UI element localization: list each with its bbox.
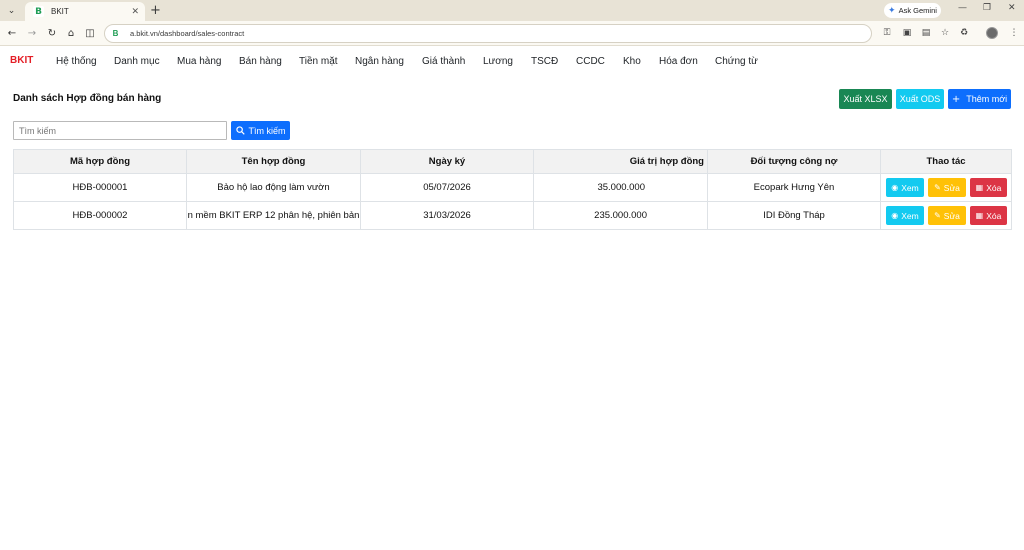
delete-label: Xóa <box>986 210 1002 221</box>
tab-search-chevron-icon[interactable]: ⌄ <box>4 3 19 18</box>
new-tab-plus-icon[interactable]: + <box>150 3 161 18</box>
trash-icon: ▦ <box>975 211 984 220</box>
cell-name: Bảo hộ lao động làm vườn <box>186 173 361 202</box>
menu-luong[interactable]: Lương <box>483 56 513 67</box>
minimize-icon[interactable]: — <box>958 3 967 13</box>
url-text[interactable]: a.bkit.vn/dashboard/sales-contract <box>130 29 244 38</box>
home-icon[interactable]: ⌂ <box>64 26 78 40</box>
col-header-party[interactable]: Đối tượng công nợ <box>707 149 881 174</box>
tab-close-icon[interactable]: ✕ <box>131 7 139 17</box>
cell-value: 35.000.000 <box>533 173 708 202</box>
view-label: Xem <box>901 182 919 193</box>
delete-label: Xóa <box>986 182 1002 193</box>
col-header-value[interactable]: Giá trị hợp đồng <box>533 149 708 174</box>
cell-date: 31/03/2026 <box>360 201 534 230</box>
add-new-button[interactable]: + Thêm mới <box>948 89 1011 109</box>
address-bar[interactable]: B a.bkit.vn/dashboard/sales-contract <box>104 24 872 43</box>
col-header-code[interactable]: Mã hợp đồng <box>13 149 187 174</box>
menu-gia-thanh[interactable]: Giá thành <box>422 56 465 67</box>
search-button[interactable]: Tìm kiếm <box>231 121 290 140</box>
plus-icon: + <box>951 93 961 105</box>
browser-tab[interactable]: B BKIT ✕ <box>25 2 145 21</box>
tab-title: BKIT <box>51 7 69 16</box>
search-icon <box>235 126 245 135</box>
more-menu-icon[interactable]: ⋮ <box>1008 27 1020 39</box>
cell-actions: ◉ Xem ✎ Sửa ▦ Xóa <box>880 201 1012 230</box>
browser-tabstrip: ⌄ B BKIT ✕ + ✦ Ask Gemini — ❐ ✕ <box>0 0 1024 21</box>
export-xlsx-button[interactable]: Xuất XLSX <box>839 89 892 109</box>
reading-mode-icon[interactable]: ▤ <box>920 27 932 39</box>
contracts-table: Mã hợp đồng Tên hợp đồng Ngày ký Giá trị… <box>13 149 1012 230</box>
bookmark-star-icon[interactable]: ☆ <box>939 27 951 39</box>
table-row: HĐB-000001 Bảo hộ lao động làm vườn 05/0… <box>13 173 1012 202</box>
back-arrow-icon[interactable]: ← <box>5 26 19 40</box>
view-button[interactable]: ◉ Xem <box>886 206 924 225</box>
extensions-puzzle-icon[interactable]: ♻ <box>958 27 970 39</box>
eye-icon: ◉ <box>891 183 899 192</box>
reload-icon[interactable]: ↻ <box>45 26 59 40</box>
search-button-label: Tìm kiếm <box>248 125 286 136</box>
eye-icon: ◉ <box>891 211 899 220</box>
cell-party: Ecopark Hưng Yên <box>707 173 881 202</box>
password-key-icon[interactable]: ⚿ <box>881 27 893 39</box>
ask-gemini-label: Ask Gemini <box>898 6 937 15</box>
pencil-icon: ✎ <box>934 183 941 192</box>
edit-label: Sửa <box>943 182 960 193</box>
payment-card-icon[interactable]: ▣ <box>901 27 913 39</box>
col-header-date[interactable]: Ngày ký <box>360 149 534 174</box>
browser-toolbar: ← → ↻ ⌂ ◫ B a.bkit.vn/dashboard/sales-co… <box>0 21 1024 46</box>
sidebar-panel-icon[interactable]: ◫ <box>83 26 97 40</box>
site-info-icon[interactable]: B <box>111 29 120 38</box>
view-button[interactable]: ◉ Xem <box>886 178 924 197</box>
menu-ngan-hang[interactable]: Ngân hàng <box>355 56 404 67</box>
menu-danh-muc[interactable]: Danh mục <box>114 56 160 67</box>
edit-label: Sửa <box>943 210 960 221</box>
menu-ban-hang[interactable]: Bán hàng <box>239 56 282 67</box>
cell-value: 235.000.000 <box>533 201 708 230</box>
ask-gemini-button[interactable]: ✦ Ask Gemini <box>884 3 941 18</box>
cell-actions: ◉ Xem ✎ Sửa ▦ Xóa <box>880 173 1012 202</box>
menu-ccdc[interactable]: CCDC <box>576 56 605 67</box>
edit-button[interactable]: ✎ Sửa <box>928 178 966 197</box>
delete-button[interactable]: ▦ Xóa <box>970 178 1007 197</box>
add-new-label: Thêm mới <box>966 94 1008 104</box>
cell-date: 05/07/2026 <box>360 173 534 202</box>
trash-icon: ▦ <box>975 183 984 192</box>
pencil-icon: ✎ <box>934 211 941 220</box>
menu-tien-mat[interactable]: Tiền mặt <box>299 56 338 67</box>
menu-chung-tu[interactable]: Chứng từ <box>715 56 758 67</box>
cell-name: n mềm BKIT ERP 12 phân hệ, phiên bản <box>186 201 361 230</box>
table-row: HĐB-000002 n mềm BKIT ERP 12 phân hệ, ph… <box>13 201 1012 230</box>
cell-party: IDI Đồng Tháp <box>707 201 881 230</box>
forward-arrow-icon[interactable]: → <box>25 26 39 40</box>
window-close-icon[interactable]: ✕ <box>1008 3 1016 13</box>
menu-hoa-don[interactable]: Hóa đơn <box>659 56 698 67</box>
search-input[interactable] <box>13 121 227 140</box>
cell-code: HĐB-000001 <box>13 173 187 202</box>
brand-logo[interactable]: BKIT <box>10 55 33 66</box>
restore-icon[interactable]: ❐ <box>983 3 991 13</box>
page-title: Danh sách Hợp đồng bán hàng <box>13 93 162 104</box>
col-header-actions: Thao tác <box>880 149 1012 174</box>
bkit-favicon-icon: B <box>33 6 44 17</box>
table-header-row: Mã hợp đồng Tên hợp đồng Ngày ký Giá trị… <box>13 149 1012 174</box>
profile-avatar[interactable] <box>986 27 998 39</box>
cell-code: HĐB-000002 <box>13 201 187 230</box>
delete-button[interactable]: ▦ Xóa <box>970 206 1007 225</box>
menu-kho[interactable]: Kho <box>623 56 641 67</box>
edit-button[interactable]: ✎ Sửa <box>928 206 966 225</box>
menu-he-thong[interactable]: Hệ thống <box>56 56 97 67</box>
menu-mua-hang[interactable]: Mua hàng <box>177 56 221 67</box>
export-ods-button[interactable]: Xuất ODS <box>896 89 944 109</box>
col-header-name[interactable]: Tên hợp đồng <box>186 149 361 174</box>
view-label: Xem <box>901 210 919 221</box>
gemini-sparkle-icon: ✦ <box>888 5 896 16</box>
app-navbar: BKIT Hệ thống Danh mục Mua hàng Bán hàng… <box>0 47 1024 75</box>
menu-tscd[interactable]: TSCĐ <box>531 56 558 67</box>
